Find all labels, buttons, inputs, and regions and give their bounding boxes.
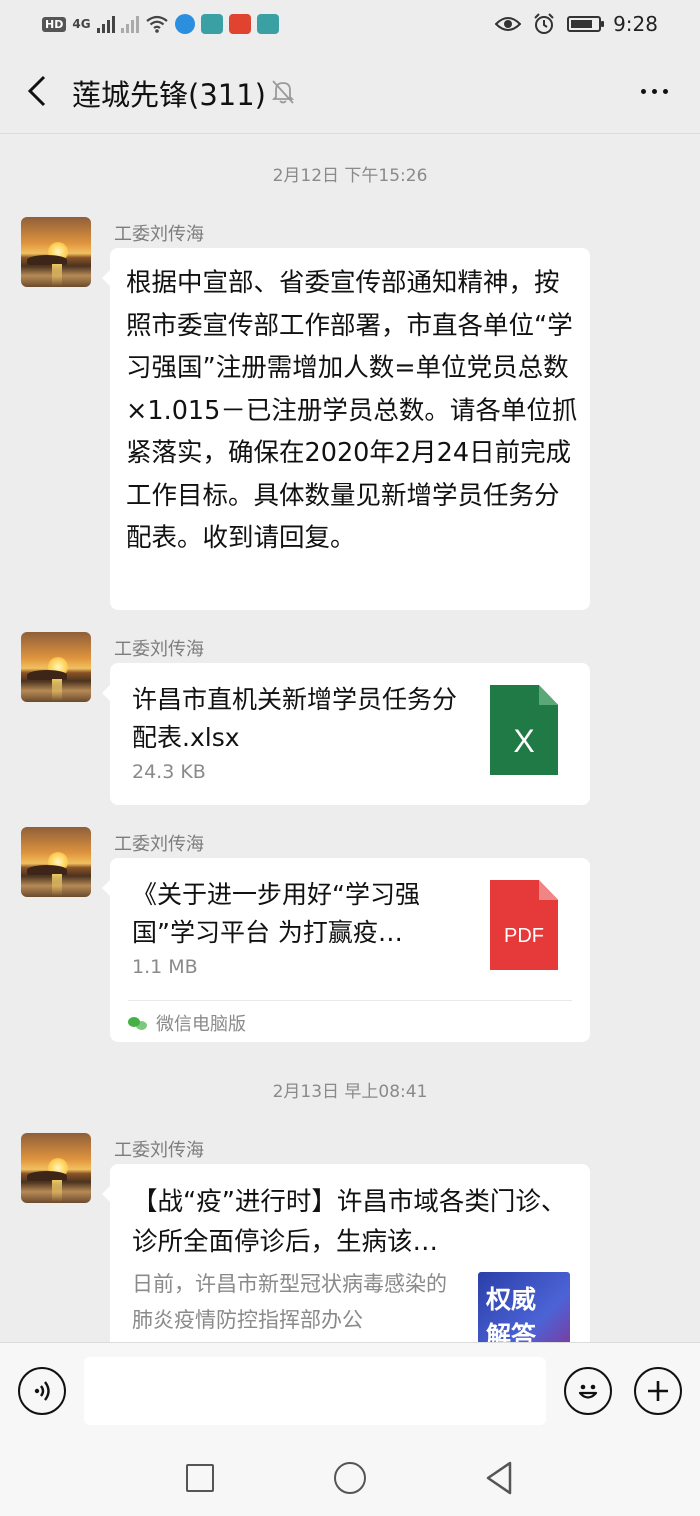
system-back-button[interactable] <box>484 1460 514 1496</box>
file-message-bubble[interactable]: 《关于进一步用好“学习强国”学习平台 为打赢疫… 1.1 MB PDF 微信电脑… <box>102 858 590 1042</box>
link-thumbnail: 权威 解答 <box>478 1272 570 1342</box>
hd-badge: HD <box>42 16 67 32</box>
file-message-bubble[interactable]: 许昌市直机关新增学员任务分配表.xlsx 24.3 KB X <box>102 663 590 805</box>
message-text: 根据中宣部、省委宣传部通知精神，按照市委宣传部工作部署，市直各单位“学习强国”注… <box>126 268 578 553</box>
text-message-bubble[interactable]: 根据中宣部、省委宣传部通知精神，按照市委宣传部工作部署，市直各单位“学习强国”注… <box>102 248 590 610</box>
avatar[interactable] <box>21 217 91 287</box>
timestamp: 2月12日 下午15:26 <box>272 166 428 186</box>
excel-file-icon: X <box>490 685 558 775</box>
dot-icon <box>640 88 646 94</box>
system-navigation-bar <box>0 1440 700 1516</box>
sender-name: 工委刘传海 <box>114 224 204 245</box>
app-notification-icon <box>200 14 223 34</box>
file-name: 《关于进一步用好“学习强国”学习平台 为打赢疫… <box>132 880 420 947</box>
app-notification-icon <box>228 14 251 34</box>
chat-header: 莲城先锋(311) <box>0 50 700 134</box>
signal-strength-icon <box>96 15 115 33</box>
thumbnail-text: 解答 <box>486 1321 537 1342</box>
smiley-icon <box>578 1384 598 1399</box>
avatar[interactable] <box>21 632 91 702</box>
voice-input-button[interactable] <box>18 1367 66 1415</box>
chat-messages[interactable]: 2月12日 下午15:26 工委刘传海 根据中宣部、省委宣传部通知精神，按照市委… <box>0 135 700 1342</box>
status-bar: HD 4G 9:28 <box>0 0 700 50</box>
wifi-icon <box>145 15 168 33</box>
back-button[interactable] <box>20 74 54 108</box>
sender-name: 工委刘传海 <box>114 639 204 660</box>
avatar[interactable] <box>21 1133 91 1203</box>
eye-comfort-icon <box>495 17 522 31</box>
timestamp: 2月13日 早上08:41 <box>272 1082 428 1102</box>
more-options-button[interactable] <box>634 76 674 106</box>
message-input[interactable] <box>84 1357 546 1425</box>
alarm-icon <box>534 13 554 34</box>
emoji-button[interactable] <box>564 1367 612 1415</box>
excel-icon-label: X <box>513 722 535 759</box>
chevron-left-icon <box>27 75 46 107</box>
file-size: 24.3 KB <box>132 761 206 783</box>
mute-bell-icon <box>271 80 295 104</box>
chat-title: 莲城先锋(311) <box>72 78 266 112</box>
signal-secondary-icon <box>120 15 139 33</box>
divider <box>128 1000 572 1001</box>
battery-icon <box>567 16 605 32</box>
link-title: 【战“疫”进行时】许昌市域各类门诊、诊所全面停诊后，生病该… <box>132 1187 567 1257</box>
dot-icon <box>651 88 657 94</box>
input-bar <box>0 1342 700 1440</box>
recent-apps-button[interactable] <box>186 1464 214 1492</box>
wechat-icon <box>128 1015 148 1031</box>
dot-icon <box>662 88 668 94</box>
pdf-icon-label: PDF <box>504 924 544 947</box>
sender-name: 工委刘传海 <box>114 834 204 855</box>
sender-name: 工委刘传海 <box>114 1140 204 1161</box>
status-right: 9:28 <box>495 11 658 37</box>
file-source: 微信电脑版 <box>128 1010 246 1036</box>
status-left: HD 4G <box>42 11 279 37</box>
link-message-bubble[interactable]: 【战“疫”进行时】许昌市域各类门诊、诊所全面停诊后，生病该… 日前，许昌市新型冠… <box>102 1164 590 1342</box>
plus-icon <box>648 1381 668 1401</box>
network-type: 4G <box>72 17 91 31</box>
app-notification-icon <box>174 14 195 34</box>
file-size: 1.1 MB <box>132 956 198 978</box>
more-functions-button[interactable] <box>634 1367 682 1415</box>
source-label: 微信电脑版 <box>156 1014 246 1035</box>
voice-icon <box>34 1381 50 1401</box>
link-description: 日前，许昌市新型冠状病毒感染的肺炎疫情防控指挥部办公 <box>132 1272 447 1332</box>
thumbnail-text: 权威 <box>486 1285 537 1314</box>
battery-level <box>571 20 593 28</box>
pdf-file-icon: PDF <box>490 880 558 970</box>
avatar[interactable] <box>21 827 91 897</box>
home-button[interactable] <box>334 1462 366 1494</box>
file-name: 许昌市直机关新增学员任务分配表.xlsx <box>132 685 458 752</box>
status-time: 9:28 <box>613 12 658 36</box>
app-notification-icon <box>256 14 279 34</box>
